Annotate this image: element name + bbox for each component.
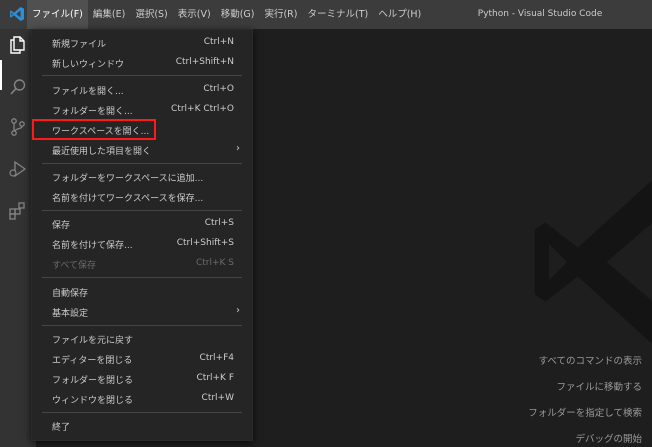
menu-separator — [42, 210, 242, 211]
source-control-icon[interactable] — [8, 117, 28, 137]
menu-item-close-window[interactable]: ウィンドウを閉じる Ctrl+W — [32, 389, 252, 409]
menu-item-shortcut: Ctrl+K F — [196, 373, 235, 383]
menu-item-label: 自動保存 — [52, 289, 89, 299]
extensions-icon[interactable] — [8, 201, 28, 221]
title-bar: ファイル(F) 編集(E) 選択(S) 表示(V) 移動(G) 実行(R) ター… — [0, 0, 652, 29]
menu-item-open-recent[interactable]: 最近使用した項目を開く › — [32, 140, 252, 160]
menu-item-label: フォルダーをワークスペースに追加... — [52, 174, 204, 184]
menu-item-revert-file[interactable]: ファイルを元に戻す — [32, 329, 252, 349]
search-icon[interactable] — [8, 77, 28, 97]
menu-item-preferences[interactable]: 基本設定 › — [32, 302, 252, 322]
run-debug-icon[interactable] — [8, 159, 28, 179]
menu-item-label: すべて保存 — [52, 261, 97, 271]
menu-item-new-window[interactable]: 新しいウィンドウ Ctrl+Shift+N — [32, 53, 252, 73]
chevron-right-icon: › — [236, 305, 240, 316]
menu-selection[interactable]: 選択(S) — [130, 0, 172, 29]
menu-item-exit[interactable]: 終了 — [32, 416, 252, 436]
menu-item-shortcut: Ctrl+S — [204, 218, 234, 228]
menu-bar: ファイル(F) 編集(E) 選択(S) 表示(V) 移動(G) 実行(R) ター… — [27, 0, 426, 29]
hint-find-in-folder: フォルダーを指定して検索 — [528, 408, 642, 419]
menu-terminal[interactable]: ターミナル(T) — [302, 0, 373, 29]
window-title: Python - Visual Studio Code — [477, 9, 603, 19]
menu-item-label: 名前を付けてワークスペースを保存... — [52, 194, 204, 204]
menu-item-add-folder-to-workspace[interactable]: フォルダーをワークスペースに追加... — [32, 167, 252, 187]
menu-item-label: フォルダーを閉じる — [52, 376, 134, 386]
menu-item-shortcut: Ctrl+K Ctrl+O — [171, 104, 234, 114]
menu-item-label: ウィンドウを閉じる — [52, 396, 134, 406]
menu-item-label: 終了 — [52, 423, 71, 433]
menu-item-open-file[interactable]: ファイルを開く... Ctrl+O — [32, 80, 252, 100]
vscode-watermark-icon — [534, 180, 652, 344]
menu-item-save-all: すべて保存 Ctrl+K S — [32, 254, 252, 274]
menu-item-shortcut: Ctrl+K S — [195, 258, 234, 268]
menu-separator — [42, 163, 242, 164]
explorer-icon[interactable] — [8, 35, 28, 55]
menu-separator — [42, 412, 242, 413]
editor-hints: すべてのコマンドの表示 ファイルに移動する フォルダーを指定して検索 デバッグの… — [528, 355, 642, 447]
menu-item-label: 新しいウィンドウ — [52, 60, 125, 70]
menu-item-label: 新規ファイル — [52, 40, 107, 50]
menu-item-shortcut: Ctrl+W — [201, 393, 234, 403]
menu-item-label: 基本設定 — [52, 309, 89, 319]
menu-help[interactable]: ヘルプ(H) — [373, 0, 426, 29]
file-menu-dropdown: 新規ファイル Ctrl+N 新しいウィンドウ Ctrl+Shift+N ファイル… — [31, 29, 253, 441]
menu-file[interactable]: ファイル(F) — [27, 0, 88, 29]
menu-run[interactable]: 実行(R) — [259, 0, 302, 29]
menu-item-close-folder[interactable]: フォルダーを閉じる Ctrl+K F — [32, 369, 252, 389]
hint-show-all-commands: すべてのコマンドの表示 — [538, 356, 642, 367]
menu-item-close-editor[interactable]: エディターを閉じる Ctrl+F4 — [32, 349, 252, 369]
menu-item-save[interactable]: 保存 Ctrl+S — [32, 214, 252, 234]
menu-separator — [42, 75, 242, 76]
menu-item-open-folder[interactable]: フォルダーを開く... Ctrl+K Ctrl+O — [32, 100, 252, 120]
menu-item-label: エディターを閉じる — [52, 356, 133, 366]
menu-item-auto-save[interactable]: 自動保存 — [32, 282, 252, 302]
menu-item-shortcut: Ctrl+F4 — [199, 353, 234, 363]
menu-item-label: 名前を付けて保存... — [52, 241, 133, 251]
active-indicator — [0, 60, 2, 90]
hint-go-to-file: ファイルに移動する — [556, 382, 642, 393]
menu-item-new-file[interactable]: 新規ファイル Ctrl+N — [32, 33, 252, 53]
highlight-annotation-box — [32, 119, 156, 140]
menu-item-shortcut: Ctrl+O — [203, 84, 234, 94]
menu-item-shortcut: Ctrl+Shift+S — [176, 238, 234, 248]
menu-item-shortcut: Ctrl+N — [203, 37, 234, 47]
menu-item-label: フォルダーを開く... — [52, 107, 133, 117]
menu-item-save-as[interactable]: 名前を付けて保存... Ctrl+Shift+S — [32, 234, 252, 254]
hint-start-debugging: デバッグの開始 — [575, 434, 642, 445]
menu-separator — [42, 277, 242, 278]
chevron-right-icon: › — [236, 143, 240, 154]
menu-view[interactable]: 表示(V) — [173, 0, 216, 29]
menu-item-label: 最近使用した項目を開く — [52, 147, 152, 157]
menu-separator — [42, 325, 242, 326]
vscode-logo-icon[interactable] — [9, 6, 25, 22]
menu-item-label: ファイルを元に戻す — [52, 336, 134, 346]
menu-item-shortcut: Ctrl+Shift+N — [175, 57, 234, 67]
menu-item-label: ファイルを開く... — [52, 87, 124, 97]
menu-item-label: 保存 — [52, 221, 71, 231]
menu-edit[interactable]: 編集(E) — [88, 0, 130, 29]
menu-go[interactable]: 移動(G) — [216, 0, 260, 29]
menu-item-save-workspace-as[interactable]: 名前を付けてワークスペースを保存... — [32, 187, 252, 207]
